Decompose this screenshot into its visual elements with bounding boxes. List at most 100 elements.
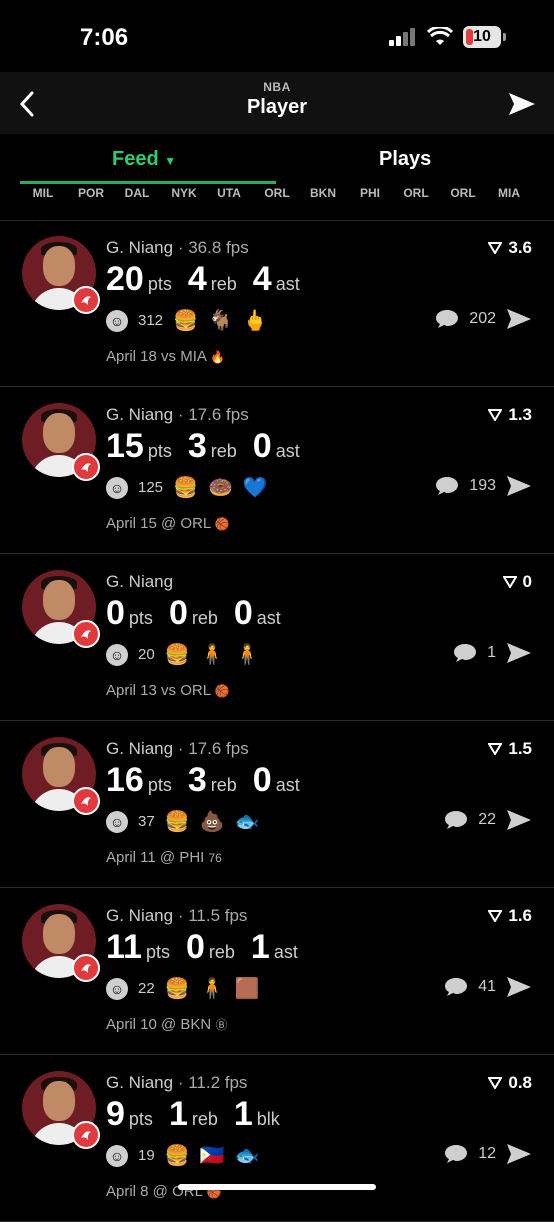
- comment-count: 12: [478, 1145, 496, 1162]
- comment-bubble-icon: [436, 477, 459, 495]
- feed-card[interactable]: G. Niang · 17.6 fps 1.5 16 pts 3 reb 0 ast …: [0, 721, 554, 888]
- upvote-arrow-icon: [488, 910, 503, 922]
- status-time: 7:06: [80, 24, 129, 51]
- share-send-icon: [507, 643, 531, 663]
- reaction-emoji: 🇵🇭: [199, 1145, 225, 1167]
- stat-line: 20 pts 4 reb 4 ast: [106, 260, 300, 298]
- smiley-icon: ☺: [106, 643, 128, 666]
- comment-bubble-icon: [436, 310, 459, 328]
- feed-card[interactable]: G. Niang · 36.8 fps 3.6 20 pts 4 reb 4 ast …: [0, 220, 554, 387]
- upvote-arrow-icon: [488, 1077, 503, 1089]
- game-date: April 18 vs MIA: [106, 348, 207, 365]
- vote-score[interactable]: 0.8: [488, 1073, 532, 1093]
- game-info[interactable]: April 10 @ BKN Ⓑ: [106, 1016, 227, 1033]
- player-name: G. Niang: [106, 405, 174, 424]
- team-label[interactable]: NYK: [161, 186, 207, 200]
- comments-row[interactable]: 1: [453, 642, 532, 664]
- player-name: G. Niang: [106, 238, 174, 257]
- reaction-emoji: 💩: [199, 811, 225, 833]
- vote-score[interactable]: 1.3: [488, 405, 532, 425]
- reactions-row[interactable]: ☺ 19 🍔 🇵🇭 🐟: [106, 1143, 259, 1168]
- reactions-row[interactable]: ☺ 125 🍔 🍩 💙: [106, 475, 268, 500]
- hawks-logo-icon: [72, 620, 100, 648]
- stat-line: 15 pts 3 reb 0 ast: [106, 427, 300, 465]
- game-info[interactable]: April 18 vs MIA 🔥: [106, 348, 225, 365]
- stat-line: 16 pts 3 reb 0 ast: [106, 761, 300, 799]
- status-icons: 10: [389, 26, 506, 48]
- player-name-line: G. Niang · 11.2 fps: [106, 1073, 247, 1093]
- team-strip: MIL POR DAL NYK UTA ORL BKN PHI ORL ORL …: [0, 186, 554, 221]
- team-label[interactable]: BKN: [300, 186, 346, 200]
- feed-card[interactable]: G. Niang · 17.6 fps 1.3 15 pts 3 reb 0 ast …: [0, 387, 554, 554]
- share-send-icon: [507, 476, 531, 496]
- player-name-line: G. Niang: [106, 572, 173, 592]
- team-label[interactable]: ORL: [440, 186, 486, 200]
- battery-tip: [503, 33, 506, 41]
- reaction-count: 312: [138, 312, 164, 329]
- feed-card[interactable]: G. Niang 0 0 pts 0 reb 0 ast ☺ 20 🍔 🧍 🧍 1 A…: [0, 554, 554, 721]
- team-logo: 🏀: [214, 684, 230, 698]
- vote-score[interactable]: 1.6: [488, 906, 532, 926]
- reactions-row[interactable]: ☺ 22 🍔 🧍 🟫: [106, 976, 259, 1001]
- comments-row[interactable]: 12: [444, 1143, 532, 1165]
- stat-line: 11 pts 0 reb 1 ast: [106, 928, 298, 966]
- reactions-row[interactable]: ☺ 20 🍔 🧍 🧍: [106, 642, 259, 667]
- comments-row[interactable]: 202: [435, 308, 532, 330]
- game-info[interactable]: April 15 @ ORL 🏀: [106, 515, 230, 532]
- reaction-emoji: 🍔: [164, 978, 190, 1000]
- hawks-logo-icon: [72, 286, 100, 314]
- reaction-emoji: 🍔: [164, 644, 190, 666]
- fps-value: · 11.5 fps: [173, 906, 248, 925]
- share-send-icon[interactable]: [508, 92, 536, 116]
- reaction-count: 125: [138, 479, 164, 496]
- vote-score[interactable]: 0: [502, 572, 532, 592]
- team-label[interactable]: POR: [68, 186, 114, 200]
- reaction-emoji: 🧍: [199, 978, 225, 1000]
- reactions-row[interactable]: ☺ 37 🍔 💩 🐟: [106, 809, 259, 834]
- team-label[interactable]: MIA: [486, 186, 532, 200]
- reaction-emoji: 🧍: [234, 644, 260, 666]
- smiley-icon: ☺: [106, 309, 128, 332]
- share-send-icon: [507, 977, 531, 997]
- upvote-arrow-icon: [488, 242, 503, 254]
- comment-count: 41: [478, 978, 496, 995]
- vote-score[interactable]: 1.5: [488, 739, 532, 759]
- team-label[interactable]: ORL: [254, 186, 300, 200]
- smiley-icon: ☺: [106, 476, 128, 499]
- upvote-arrow-icon: [488, 409, 503, 421]
- comments-row[interactable]: 41: [444, 976, 532, 998]
- team-label[interactable]: UTA: [206, 186, 252, 200]
- team-logo: 76: [208, 851, 222, 865]
- hawks-logo-icon: [72, 954, 100, 982]
- player-name: G. Niang: [106, 739, 174, 758]
- game-info[interactable]: April 11 @ PHI 76: [106, 849, 222, 866]
- feed-card[interactable]: G. Niang · 11.2 fps 0.8 9 pts 1 reb 1 blk ☺…: [0, 1055, 554, 1222]
- reaction-emoji: 🍔: [173, 477, 198, 499]
- upvote-arrow-icon: [488, 743, 503, 755]
- team-label[interactable]: DAL: [114, 186, 160, 200]
- battery-icon: 10: [463, 26, 501, 48]
- reaction-count: 20: [138, 646, 155, 663]
- reaction-emoji: 🍔: [173, 310, 198, 332]
- reaction-count: 22: [138, 980, 155, 997]
- comment-count: 193: [469, 477, 496, 494]
- game-info[interactable]: April 13 vs ORL 🏀: [106, 682, 230, 699]
- comments-row[interactable]: 193: [435, 475, 532, 497]
- game-date: April 13 vs ORL: [106, 682, 211, 699]
- smiley-icon: ☺: [106, 977, 128, 1000]
- team-label[interactable]: MIL: [20, 186, 66, 200]
- status-bar: 7:06 10: [0, 0, 554, 72]
- vote-score[interactable]: 3.6: [488, 238, 532, 258]
- signal-icon: [389, 28, 415, 46]
- feed-card[interactable]: G. Niang · 11.5 fps 1.6 11 pts 0 reb 1 ast …: [0, 888, 554, 1055]
- smiley-icon: ☺: [106, 810, 128, 833]
- fps-value: · 11.2 fps: [173, 1073, 248, 1092]
- player-name: G. Niang: [106, 1073, 174, 1092]
- team-label[interactable]: ORL: [393, 186, 439, 200]
- team-label[interactable]: PHI: [347, 186, 393, 200]
- share-send-icon: [507, 309, 531, 329]
- comments-row[interactable]: 22: [444, 809, 532, 831]
- tab-plays[interactable]: Plays: [379, 148, 431, 171]
- reactions-row[interactable]: ☺ 312 🍔 🐐 🖕: [106, 308, 268, 333]
- tab-feed[interactable]: Feed ▼: [112, 148, 176, 171]
